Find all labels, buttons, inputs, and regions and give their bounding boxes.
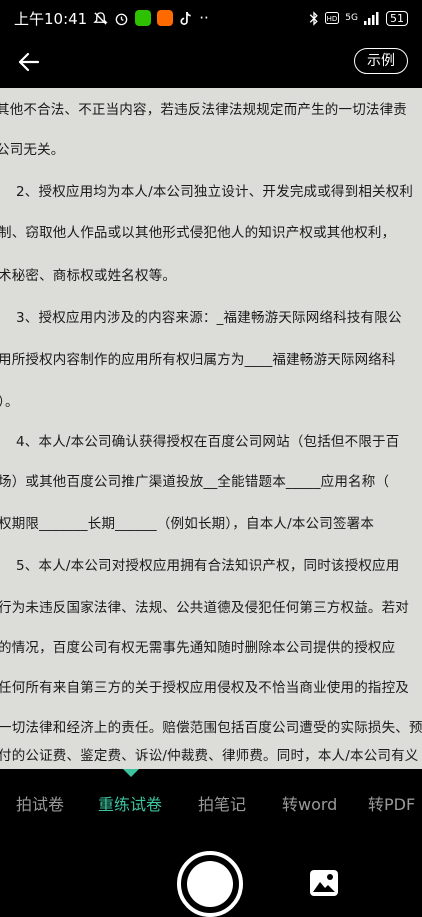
- tab-notes[interactable]: 拍笔记: [198, 791, 246, 815]
- gallery-icon: [310, 870, 338, 896]
- network-type: 5G: [345, 13, 358, 23]
- doc-line: 的情况，百度公司有权无需事先通知随时删除本公司提供的授权应: [0, 640, 396, 656]
- doc-line: 付的公证费、鉴定费、诉讼/仲裁费、律师费。同时，本人/本公司有义: [0, 748, 419, 764]
- doc-line: 其他不合法、不正当内容，若违反法律法规规定而产生的一切法律责: [0, 102, 407, 118]
- status-time: 上午10:41: [14, 9, 88, 28]
- wechat-icon: [135, 10, 152, 26]
- doc-line: 一切法律和经济上的责任。赔偿范围包括百度公司遭受的实际损失、预: [0, 720, 422, 736]
- doc-line: 用所授权内容制作的应用所有权归属方为____福建畅游天际网络科: [0, 352, 396, 368]
- doc-line: 任何所有来自第三方的关于授权应用侵权及不恰当商业使用的指控及: [0, 680, 409, 696]
- top-bar: 示例: [0, 36, 422, 88]
- battery-indicator: 51: [386, 10, 408, 26]
- mute-icon: [93, 11, 108, 25]
- doc-line: 公司无关。: [0, 142, 65, 158]
- gallery-button[interactable]: [309, 869, 339, 897]
- doc-line: 制、窃取他人作品或以其他形式侵犯他人的知识产权或其他权利，: [0, 225, 396, 241]
- example-button[interactable]: 示例: [354, 48, 408, 74]
- doc-line: 2、授权应用均为本人/本公司独立设计、开发完成或得到相关权利: [16, 184, 414, 200]
- hd-icon: HD: [325, 12, 340, 24]
- signal-icon: [364, 11, 379, 25]
- doc-line: 5、本人/本公司对授权应用拥有合法知识产权，同时该授权应用: [16, 558, 400, 574]
- tab-word[interactable]: 转word: [282, 791, 337, 815]
- tab-pdf[interactable]: 转PDF: [368, 791, 415, 815]
- back-button[interactable]: [14, 48, 44, 76]
- status-right: HD 5G 51: [309, 10, 408, 26]
- taobao-icon: [157, 10, 174, 26]
- doc-line: 权期限_______长期______（例如长期），自本人/本公司签署本: [0, 516, 375, 532]
- bluetooth-icon: [310, 10, 319, 26]
- status-bar: 上午10:41 ·· HD 5G 51: [0, 0, 422, 36]
- doc-line: 术秘密、商标权或姓名权等。: [0, 268, 177, 284]
- doc-line: 3、授权应用内涉及的内容来源：_福建畅游天际网络科技有限公: [16, 310, 402, 326]
- mode-tabs: 拍试卷 重练试卷 拍笔记 转word 转PDF: [0, 769, 422, 831]
- status-more: ··: [199, 9, 209, 27]
- doc-line: 4、本人/本公司确认获得授权在百度公司网站（包括但不限于百: [16, 434, 400, 450]
- shutter-button[interactable]: [177, 851, 243, 917]
- tab-retry-paper[interactable]: 重练试卷: [98, 791, 162, 815]
- tiktok-icon: [180, 11, 192, 25]
- back-arrow-icon: [18, 52, 40, 72]
- tab-paper[interactable]: 拍试卷: [16, 791, 64, 815]
- doc-line: 行为未违反国家法律、法规、公共道德及侵犯任何第三方权益。若对: [0, 600, 409, 616]
- camera-preview[interactable]: 其他不合法、不正当内容，若违反法律法规规定而产生的一切法律责 公司无关。 2、授…: [0, 88, 422, 769]
- status-left: 上午10:41 ··: [14, 8, 209, 29]
- doc-line: 场）或其他百度公司推广渠道投放__全能错题本_____应用名称（: [0, 474, 390, 490]
- svg-text:HD: HD: [327, 15, 338, 23]
- shutter-icon: [187, 861, 233, 907]
- doc-line: ）。: [0, 394, 19, 410]
- tab-indicator: [123, 769, 139, 777]
- alarm-icon: [115, 13, 128, 25]
